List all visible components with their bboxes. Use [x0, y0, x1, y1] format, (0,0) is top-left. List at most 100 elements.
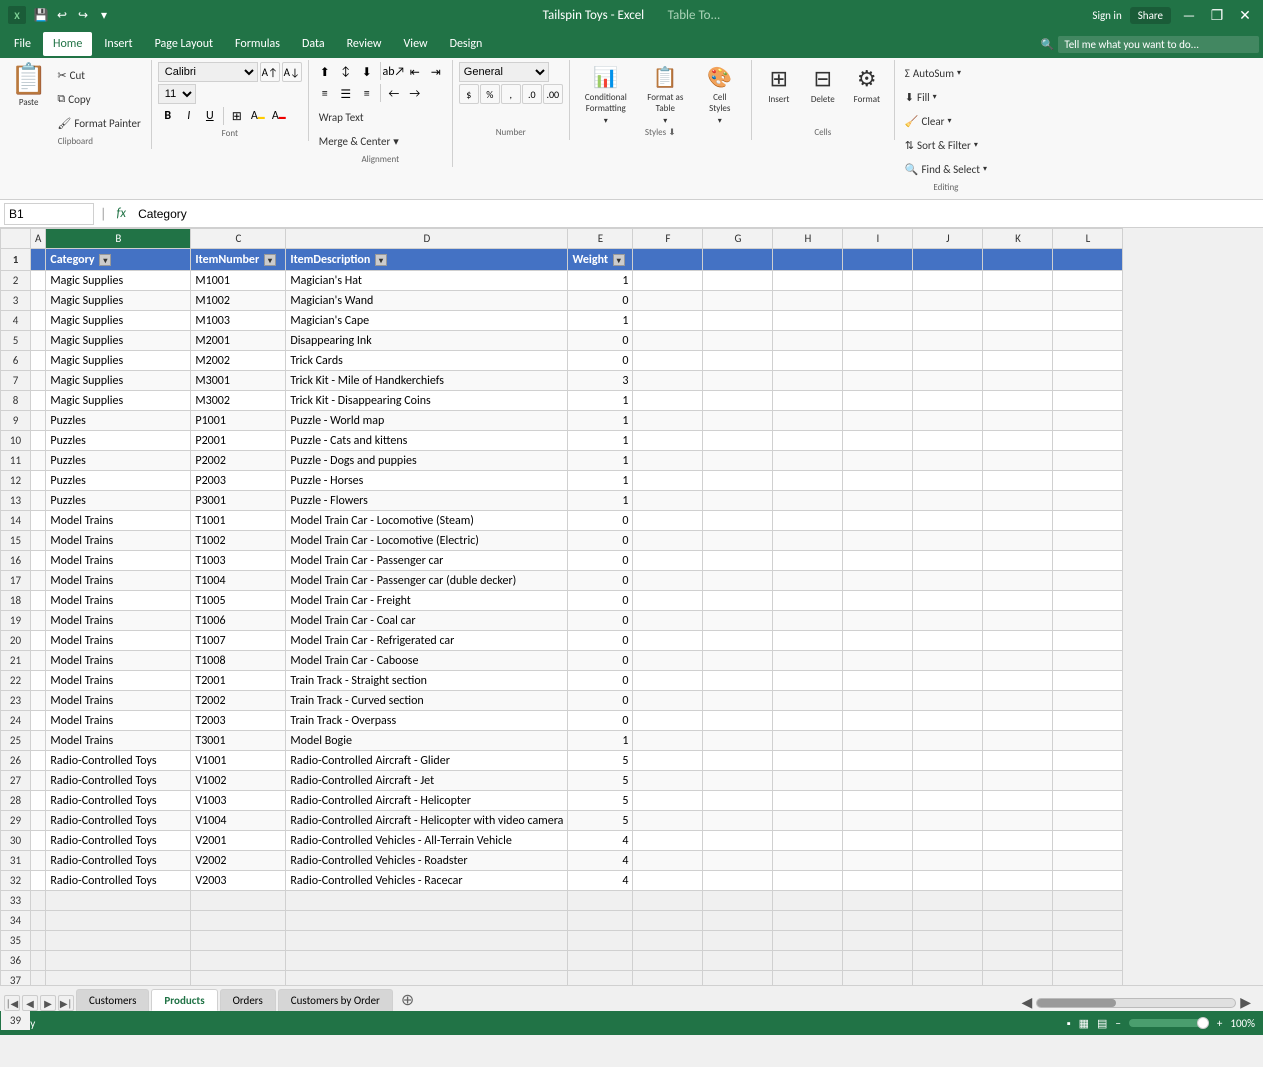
cell-a21[interactable]: [31, 651, 46, 671]
cell-d23[interactable]: Train Track - Curved section: [286, 691, 568, 711]
percent-btn[interactable]: %: [480, 84, 500, 104]
cell-g22[interactable]: [703, 671, 773, 691]
cell-f22[interactable]: [633, 671, 703, 691]
cell-d12[interactable]: Puzzle - Horses: [286, 471, 568, 491]
cell-f11[interactable]: [633, 451, 703, 471]
cell-d11[interactable]: Puzzle - Dogs and puppies: [286, 451, 568, 471]
cell-i5[interactable]: [843, 331, 913, 351]
cell-h23[interactable]: [773, 691, 843, 711]
empty-cell-34-8[interactable]: [843, 911, 913, 931]
cell-l28[interactable]: [1053, 791, 1123, 811]
empty-cell-34-5[interactable]: [633, 911, 703, 931]
cell-j3[interactable]: [913, 291, 983, 311]
cell-i12[interactable]: [843, 471, 913, 491]
cell-c4[interactable]: M1003: [191, 311, 286, 331]
cell-k25[interactable]: [983, 731, 1053, 751]
cell-j14[interactable]: [913, 511, 983, 531]
cell-a20[interactable]: [31, 631, 46, 651]
cell-k13[interactable]: [983, 491, 1053, 511]
cell-e22[interactable]: 0: [568, 671, 633, 691]
undo-quick-btn[interactable]: ↩: [53, 6, 71, 24]
sheet-area[interactable]: A B C D E F G H I J K L 1: [0, 228, 1263, 1067]
cell-f16[interactable]: [633, 551, 703, 571]
cell-e23[interactable]: 0: [568, 691, 633, 711]
cell-g19[interactable]: [703, 611, 773, 631]
format-table-btn[interactable]: 📋 Format as Table ▾: [638, 62, 693, 124]
cell-k4[interactable]: [983, 311, 1053, 331]
cell-c19[interactable]: T1006: [191, 611, 286, 631]
cell-g2[interactable]: [703, 271, 773, 291]
cell-l23[interactable]: [1053, 691, 1123, 711]
cell-k5[interactable]: [983, 331, 1053, 351]
cell-g26[interactable]: [703, 751, 773, 771]
cell-d13[interactable]: Puzzle - Flowers: [286, 491, 568, 511]
zoom-in-btn[interactable]: +: [1217, 1017, 1222, 1030]
cell-d10[interactable]: Puzzle - Cats and kittens: [286, 431, 568, 451]
cell-e8[interactable]: 1: [568, 391, 633, 411]
cell-g21[interactable]: [703, 651, 773, 671]
cell-f15[interactable]: [633, 531, 703, 551]
empty-cell-33-4[interactable]: [568, 891, 633, 911]
cell-f5[interactable]: [633, 331, 703, 351]
cell-j15[interactable]: [913, 531, 983, 551]
cell-e30[interactable]: 4: [568, 831, 633, 851]
cell-b9[interactable]: Puzzles: [46, 411, 191, 431]
cell-h25[interactable]: [773, 731, 843, 751]
col-header-b[interactable]: B: [46, 229, 191, 249]
tab-scroll-first[interactable]: |◀: [4, 995, 20, 1011]
cell-e12[interactable]: 1: [568, 471, 633, 491]
cell-g20[interactable]: [703, 631, 773, 651]
cell-c29[interactable]: V1004: [191, 811, 286, 831]
cell-g10[interactable]: [703, 431, 773, 451]
cell-f13[interactable]: [633, 491, 703, 511]
cell-e1[interactable]: Weight ▾: [568, 249, 633, 271]
cell-i9[interactable]: [843, 411, 913, 431]
cell-b27[interactable]: Radio-Controlled Toys: [46, 771, 191, 791]
col-header-g[interactable]: G: [703, 229, 773, 249]
cell-b21[interactable]: Model Trains: [46, 651, 191, 671]
cell-l9[interactable]: [1053, 411, 1123, 431]
cell-g24[interactable]: [703, 711, 773, 731]
cell-e24[interactable]: 0: [568, 711, 633, 731]
cell-a16[interactable]: [31, 551, 46, 571]
empty-cell-33-0[interactable]: [31, 891, 46, 911]
empty-cell-36-2[interactable]: [191, 951, 286, 971]
cell-l29[interactable]: [1053, 811, 1123, 831]
cell-e10[interactable]: 1: [568, 431, 633, 451]
cell-b16[interactable]: Model Trains: [46, 551, 191, 571]
cell-e11[interactable]: 1: [568, 451, 633, 471]
cell-g31[interactable]: [703, 851, 773, 871]
cell-i22[interactable]: [843, 671, 913, 691]
cell-g8[interactable]: [703, 391, 773, 411]
increase-indent-btn[interactable]: →: [405, 84, 425, 104]
decrease-indent-btn[interactable]: ←: [384, 84, 404, 104]
cell-k6[interactable]: [983, 351, 1053, 371]
align-right-btn[interactable]: ≡: [357, 84, 377, 104]
cell-d16[interactable]: Model Train Car - Passenger car: [286, 551, 568, 571]
weight-filter-icon[interactable]: ▾: [613, 254, 625, 266]
empty-cell-33-9[interactable]: [913, 891, 983, 911]
cell-c12[interactable]: P2003: [191, 471, 286, 491]
cell-f2[interactable]: [633, 271, 703, 291]
cell-j31[interactable]: [913, 851, 983, 871]
cell-j18[interactable]: [913, 591, 983, 611]
cell-a6[interactable]: [31, 351, 46, 371]
cell-g28[interactable]: [703, 791, 773, 811]
cell-c24[interactable]: T2003: [191, 711, 286, 731]
cell-e2[interactable]: 1: [568, 271, 633, 291]
empty-cell-36-11[interactable]: [1053, 951, 1123, 971]
cell-i4[interactable]: [843, 311, 913, 331]
cell-h4[interactable]: [773, 311, 843, 331]
empty-cell-35-1[interactable]: [46, 931, 191, 951]
cell-d27[interactable]: Radio-Controlled Aircraft - Jet: [286, 771, 568, 791]
cell-h9[interactable]: [773, 411, 843, 431]
font-family-select[interactable]: Calibri: [158, 62, 258, 82]
empty-cell-35-11[interactable]: [1053, 931, 1123, 951]
cell-g3[interactable]: [703, 291, 773, 311]
cell-b4[interactable]: Magic Supplies: [46, 311, 191, 331]
col-header-h[interactable]: H: [773, 229, 843, 249]
formula-input[interactable]: [134, 205, 1259, 223]
autosum-btn[interactable]: Σ AutoSum ▾: [901, 62, 965, 84]
cell-k22[interactable]: [983, 671, 1053, 691]
cell-g5[interactable]: [703, 331, 773, 351]
